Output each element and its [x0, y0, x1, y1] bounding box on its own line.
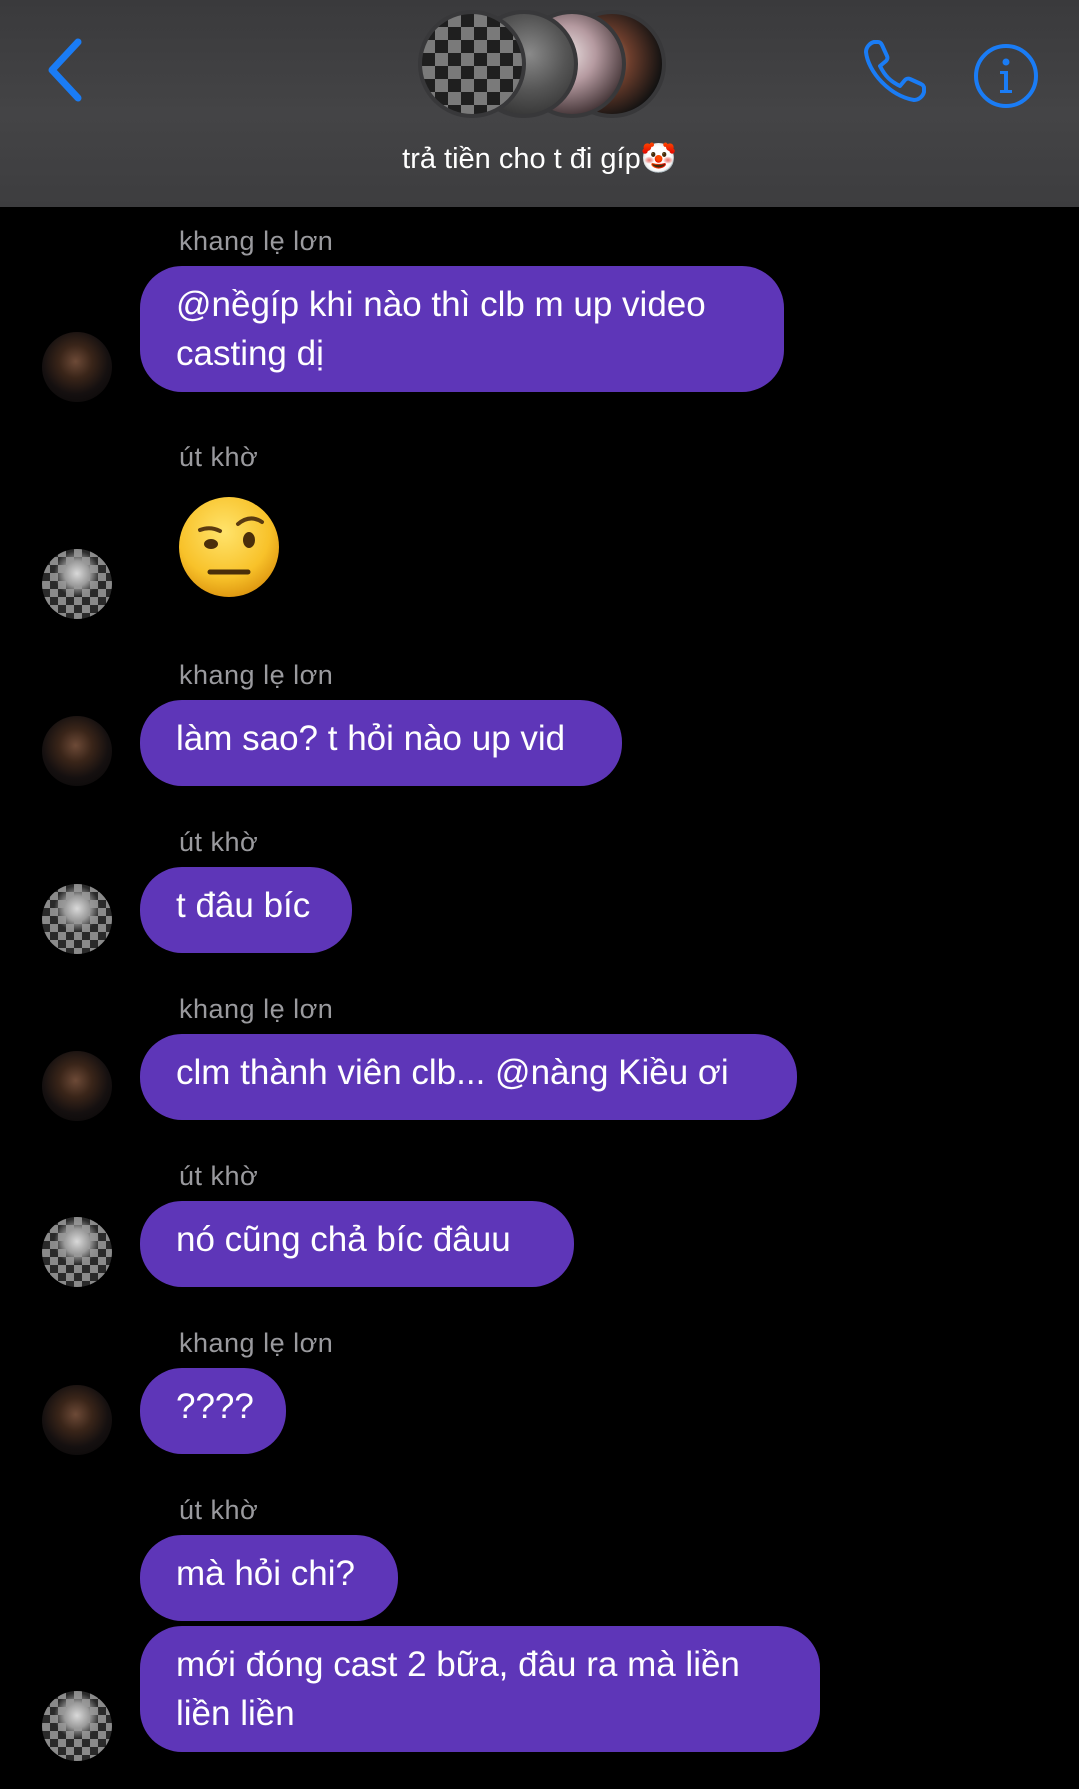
- back-button[interactable]: [34, 30, 94, 110]
- avatar[interactable]: [42, 1691, 112, 1761]
- message-bubble[interactable]: ????: [140, 1368, 286, 1454]
- message-bubble[interactable]: mà hỏi chi?: [140, 1535, 398, 1621]
- message-line: @nềgíp khi nào thì clb m up video: [176, 285, 706, 324]
- avatar[interactable]: [42, 884, 112, 954]
- message-line: t đâu bíc: [176, 886, 311, 925]
- avatar[interactable]: [42, 1051, 112, 1121]
- avatar[interactable]: [42, 1217, 112, 1287]
- message-bubble[interactable]: clm thành viên clb... @nàng Kiều ơi: [140, 1034, 797, 1120]
- sender-name: út khờ: [179, 1161, 259, 1191]
- message-bubble[interactable]: t đâu bíc: [140, 867, 352, 953]
- message-line: mà hỏi chi?: [176, 1554, 355, 1593]
- chevron-left-icon: [48, 38, 82, 102]
- group-avatar-stack[interactable]: [418, 10, 668, 122]
- face-with-raised-eyebrow-icon: [179, 497, 279, 597]
- group-member-avatar: [418, 10, 526, 118]
- avatar[interactable]: [42, 716, 112, 786]
- message-bubble[interactable]: mới đóng cast 2 bữa, đâu ra mà liền liền…: [140, 1626, 820, 1752]
- sender-name: khang lẹ lơn: [179, 1328, 334, 1358]
- message-line: làm sao? t hỏi nào up vid: [176, 719, 566, 758]
- avatar[interactable]: [42, 332, 112, 402]
- sender-name: khang lẹ lơn: [179, 226, 334, 256]
- message-line: clm thành viên clb... @nàng Kiều ơi: [176, 1053, 729, 1092]
- sender-name: út khờ: [179, 827, 259, 857]
- emoji-message[interactable]: [176, 494, 282, 600]
- info-button[interactable]: [972, 42, 1040, 110]
- message-bubble[interactable]: @nềgíp khi nào thì clb m up video castin…: [140, 266, 784, 392]
- message-bubble[interactable]: nó cũng chả bíc đâuu: [140, 1201, 574, 1287]
- group-name[interactable]: trả tiền cho t đi gíp🤡: [0, 142, 1079, 176]
- message-line: casting dị: [176, 334, 324, 373]
- sender-name: khang lẹ lơn: [179, 994, 334, 1024]
- chat-header: trả tiền cho t đi gíp🤡: [0, 0, 1079, 207]
- phone-icon: [864, 40, 926, 102]
- sender-name: út khờ: [179, 1495, 259, 1525]
- message-line: nó cũng chả bíc đâuu: [176, 1220, 511, 1259]
- call-button[interactable]: [860, 36, 930, 106]
- avatar[interactable]: [42, 1385, 112, 1455]
- info-icon: [974, 44, 1038, 108]
- message-bubble[interactable]: làm sao? t hỏi nào up vid: [140, 700, 622, 786]
- message-line: ????: [176, 1387, 254, 1426]
- message-line: mới đóng cast 2 bữa, đâu ra mà liền: [176, 1645, 740, 1684]
- avatar[interactable]: [42, 549, 112, 619]
- message-line: liền liền: [176, 1694, 295, 1733]
- sender-name: khang lẹ lơn: [179, 660, 334, 690]
- sender-name: út khờ: [179, 442, 259, 472]
